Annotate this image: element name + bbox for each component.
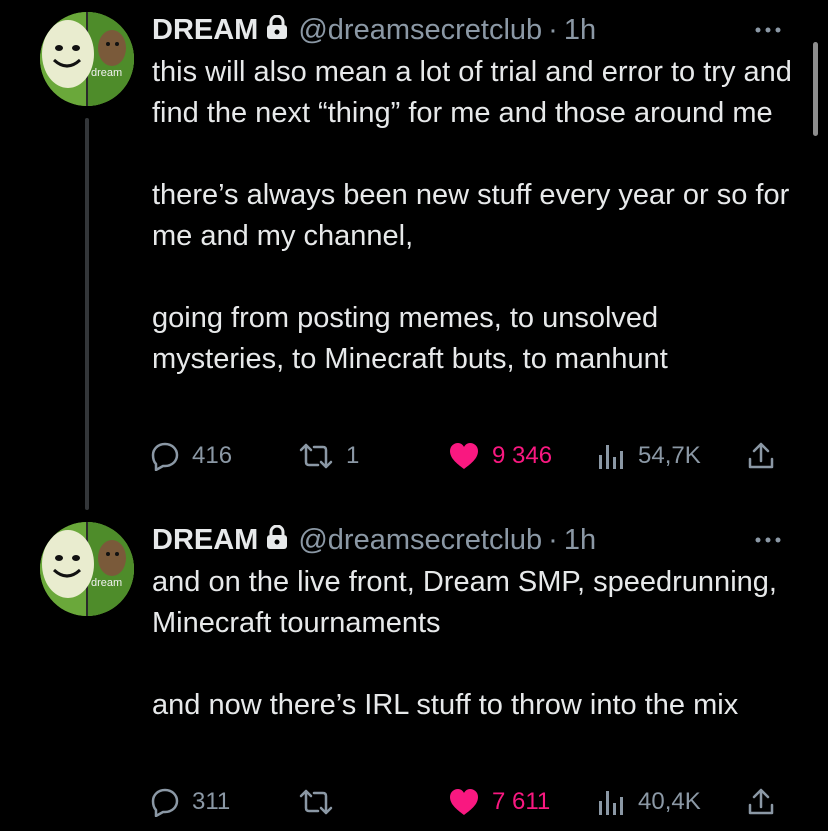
views-button[interactable]: 40,4K: [596, 782, 701, 822]
share-icon: [748, 442, 774, 469]
tweet-header: DREAM @dreamsecretclub · 1h: [152, 12, 596, 48]
avatar-label: dream: [91, 67, 122, 79]
like-button[interactable]: 7 611: [448, 782, 550, 822]
tweet[interactable]: dream DREAM @dreamsecretclub · 1h this w…: [0, 0, 828, 510]
retweet-icon: [299, 789, 333, 815]
avatar[interactable]: dream: [40, 522, 134, 616]
timestamp[interactable]: 1h: [564, 14, 596, 47]
retweet-button[interactable]: [298, 782, 346, 822]
like-count: 7 611: [492, 788, 551, 815]
author-handle[interactable]: @dreamsecretclub: [298, 14, 542, 47]
like-button[interactable]: 9 346: [448, 436, 552, 476]
tweet-text: this will also mean a lot of trial and e…: [152, 52, 792, 380]
share-icon: [748, 788, 774, 815]
tweet-paragraph: and now there’s IRL stuff to throw into …: [152, 689, 739, 721]
tweet-paragraph: and on the live front, Dream SMP, speedr…: [152, 566, 777, 639]
reply-count: 311: [192, 788, 231, 815]
retweet-icon: [299, 443, 333, 469]
heart-icon: [450, 789, 478, 815]
reply-icon: [151, 788, 179, 817]
action-bar: 311 7 611 40,4K: [150, 782, 790, 822]
reply-icon: [151, 442, 179, 471]
separator-dot: ·: [548, 13, 558, 46]
views-icon: [599, 445, 623, 469]
reply-button[interactable]: 416: [150, 436, 232, 476]
avatar-label: dream: [91, 577, 122, 589]
author-handle[interactable]: @dreamsecretclub: [298, 524, 542, 557]
tweet-paragraph: there’s always been new stuff every year…: [152, 179, 790, 252]
like-count: 9 346: [492, 442, 553, 469]
views-button[interactable]: 54,7K: [596, 436, 701, 476]
separator-dot: ·: [548, 523, 558, 556]
more-icon[interactable]: [752, 530, 784, 550]
retweet-count: 1: [346, 442, 360, 469]
share-button[interactable]: [746, 436, 776, 476]
avatar[interactable]: dream: [40, 12, 134, 106]
reply-count: 416: [192, 442, 233, 469]
more-icon[interactable]: [752, 20, 784, 40]
lock-icon: [266, 14, 288, 47]
views-count: 40,4K: [638, 788, 701, 815]
action-bar: 416 1 9 346 54,7K: [150, 436, 790, 476]
views-icon: [599, 791, 623, 815]
avatar-image: dream: [40, 12, 134, 106]
lock-icon: [266, 524, 288, 557]
avatar-image: dream: [40, 522, 134, 616]
thread-line: [85, 118, 89, 510]
reply-button[interactable]: 311: [150, 782, 230, 822]
tweet[interactable]: dream DREAM @dreamsecretclub · 1h and on…: [0, 510, 828, 831]
tweet-header: DREAM @dreamsecretclub · 1h: [152, 522, 596, 558]
scrollbar[interactable]: [813, 42, 818, 136]
tweet-text: and on the live front, Dream SMP, speedr…: [152, 562, 792, 726]
tweet-paragraph: this will also mean a lot of trial and e…: [152, 56, 792, 129]
author-name[interactable]: DREAM: [152, 14, 258, 47]
retweet-button[interactable]: 1: [298, 436, 359, 476]
views-count: 54,7K: [638, 442, 701, 469]
share-button[interactable]: [746, 782, 776, 822]
tweet-paragraph: going from posting memes, to unsolved my…: [152, 302, 668, 375]
heart-icon: [450, 443, 478, 469]
author-name[interactable]: DREAM: [152, 524, 258, 557]
timestamp[interactable]: 1h: [564, 524, 596, 557]
